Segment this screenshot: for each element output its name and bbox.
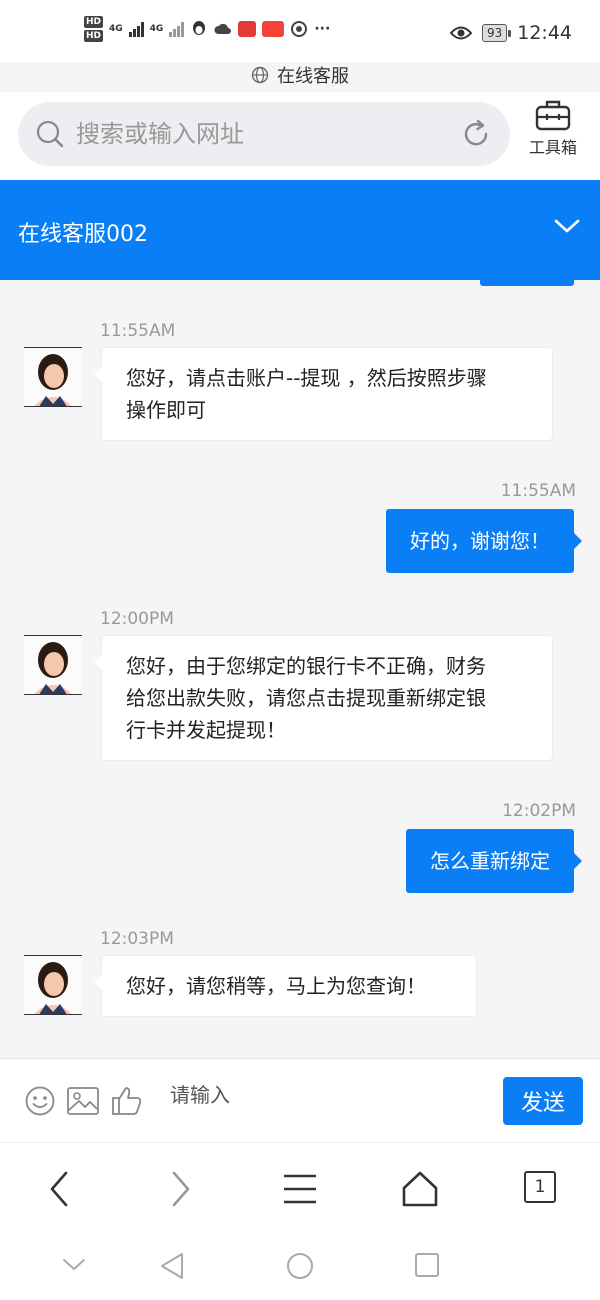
agent-avatar-image (24, 956, 82, 1014)
send-button[interactable]: 发送 (503, 1077, 583, 1125)
message-time: 12:02PM (502, 801, 576, 821)
agent-avatar-image (24, 348, 82, 406)
message-line: 给您出款失败，请您点击提现重新绑定银 (126, 686, 486, 710)
message-time: 11:55AM (500, 481, 576, 501)
agent-message-bubble: 您好，由于您绑定的银行卡不正确，财务 给您出款失败，请您点击提现重新绑定银 行卡… (94, 635, 553, 761)
hd-icon: HD (84, 30, 104, 42)
reader-app-icon (238, 21, 257, 37)
message-time: 11:55AM (100, 321, 176, 341)
message-line: 您好，由于您绑定的银行卡不正确，财务 (126, 654, 486, 678)
agent-avatar (24, 347, 82, 407)
toolbox-icon (535, 100, 571, 131)
message-line: 您好，请点击账户--提现 ，然后按照步骤 (126, 366, 487, 390)
message-time: 12:03PM (100, 929, 174, 949)
search-row: 工具箱 (0, 92, 600, 180)
message-line: 操作即可 (126, 398, 206, 422)
signal-icon (128, 21, 144, 37)
chat-title: 在线客服002 (18, 222, 148, 247)
toolbox-label: 工具箱 (528, 138, 577, 157)
eye-comfort-icon (449, 26, 472, 40)
clock: 12:44 (517, 22, 572, 44)
system-back-icon[interactable] (158, 1252, 186, 1280)
qq-penguin-icon (193, 21, 206, 35)
chevron-down-icon[interactable] (62, 1258, 86, 1272)
chat-messages[interactable]: 11:55AM 您好，请点击账户--提现 ，然后按照步骤 操作即可 11:55A… (0, 280, 600, 1058)
message-input[interactable] (170, 1083, 470, 1107)
image-icon[interactable] (66, 1085, 100, 1117)
search-input[interactable] (76, 120, 436, 148)
signal-icon-2 (169, 21, 185, 37)
agent-message-bubble: 您好，请您稍等，马上为您查询！ (94, 955, 477, 1017)
message-input-bar: 发送 (0, 1058, 600, 1142)
agent-avatar (24, 635, 82, 695)
agent-avatar-image (24, 636, 82, 694)
thumbs-up-icon[interactable] (110, 1085, 144, 1117)
back-icon[interactable] (40, 1169, 80, 1209)
message-line: 您好，请您稍等，马上为您查询！ (126, 974, 426, 998)
previous-message-bubble (480, 280, 574, 286)
network-type-1: 4G (109, 24, 123, 34)
message-time: 12:00PM (100, 609, 174, 629)
hd-icon: HD (84, 16, 104, 28)
battery-icon: 93 (481, 24, 512, 42)
search-icon (36, 120, 64, 148)
hd-indicators: HD HD (84, 16, 104, 42)
system-home-icon[interactable] (286, 1252, 314, 1280)
tabs-button[interactable]: 1 (524, 1171, 556, 1203)
browser-toolbar: 1 (0, 1142, 600, 1232)
globe-icon (251, 66, 269, 84)
search-box[interactable] (18, 102, 510, 166)
system-navigation-bar (0, 1232, 600, 1300)
more-notifications: ··· (314, 21, 331, 37)
system-recents-icon[interactable] (414, 1252, 440, 1278)
chat-header: 在线客服002 (0, 180, 600, 280)
status-right-icons: 93 12:44 (449, 22, 572, 44)
network-type-2: 4G (149, 24, 164, 34)
chevron-down-icon[interactable] (554, 218, 580, 234)
refresh-icon[interactable] (460, 118, 492, 150)
message-line: 行卡并发起提现！ (126, 718, 286, 742)
cloud-icon (214, 23, 232, 34)
home-icon[interactable] (400, 1169, 440, 1209)
agent-message-bubble: 您好，请点击账户--提现 ，然后按照步骤 操作即可 (94, 347, 553, 441)
user-message-bubble: 好的，谢谢您！ (386, 509, 582, 573)
agent-avatar (24, 955, 82, 1015)
user-message-bubble: 怎么重新绑定 (406, 829, 582, 893)
page-label-text: 在线客服 (277, 66, 349, 87)
menu-icon[interactable] (280, 1169, 320, 1209)
browser-app-icon (291, 21, 308, 37)
toolbox-button[interactable]: 工具箱 (524, 98, 582, 158)
status-left-icons: HD HD 4G 4G ··· (84, 16, 330, 42)
status-bar: HD HD 4G 4G ··· 93 12:44 (0, 0, 600, 62)
page-label: 在线客服 (0, 62, 600, 88)
forward-icon[interactable] (160, 1169, 200, 1209)
emoji-icon[interactable] (24, 1085, 56, 1117)
toutiao-app-icon (262, 21, 285, 37)
